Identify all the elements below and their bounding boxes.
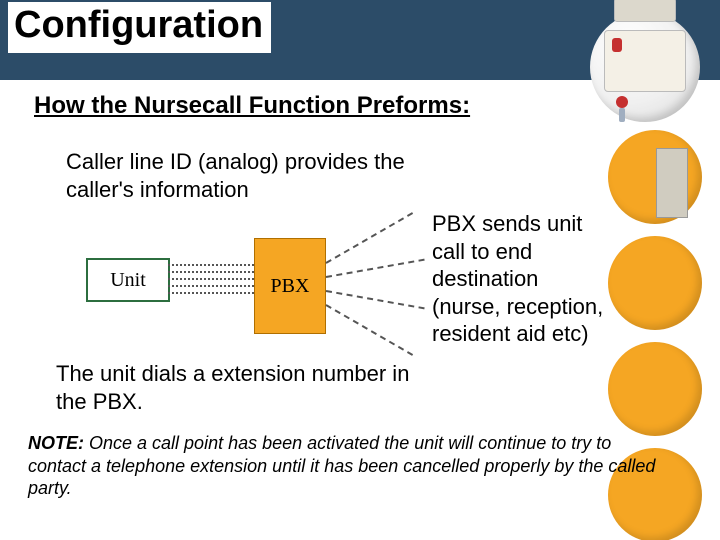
unit-to-pbx-wires-icon: [168, 264, 254, 292]
unit-box: Unit: [86, 258, 170, 302]
unit-box-label: Unit: [110, 269, 146, 292]
note-text: NOTE: Once a call point has been activat…: [28, 432, 668, 500]
rack-panel-icon: [656, 148, 688, 218]
pbx-destination-description: PBX sends unit call to end destination (…: [432, 210, 612, 348]
device-top-plate: [614, 0, 676, 22]
note-label: NOTE:: [28, 433, 84, 453]
slide-title: Configuration: [8, 2, 271, 53]
red-led-icon: [612, 38, 622, 52]
pbx-box-label: PBX: [271, 275, 310, 298]
pbx-out-line-3-icon: [326, 290, 425, 309]
unit-dials-description: The unit dials a extension number in the…: [56, 360, 416, 415]
joystick-stem-icon: [619, 108, 625, 122]
joystick-icon: [616, 96, 628, 108]
pbx-box: PBX: [254, 238, 326, 334]
section-subtitle: How the Nursecall Function Preforms:: [34, 92, 470, 120]
device-circle-4: [608, 342, 702, 436]
slide: Configuration How the Nursecall Function…: [0, 0, 720, 540]
pbx-out-line-4-icon: [326, 304, 414, 356]
device-circle-3: [608, 236, 702, 330]
pbx-out-line-1-icon: [326, 212, 414, 264]
caller-id-description: Caller line ID (analog) provides the cal…: [66, 148, 406, 203]
pbx-out-line-2-icon: [326, 259, 425, 278]
note-body: Once a call point has been activated the…: [28, 433, 655, 498]
